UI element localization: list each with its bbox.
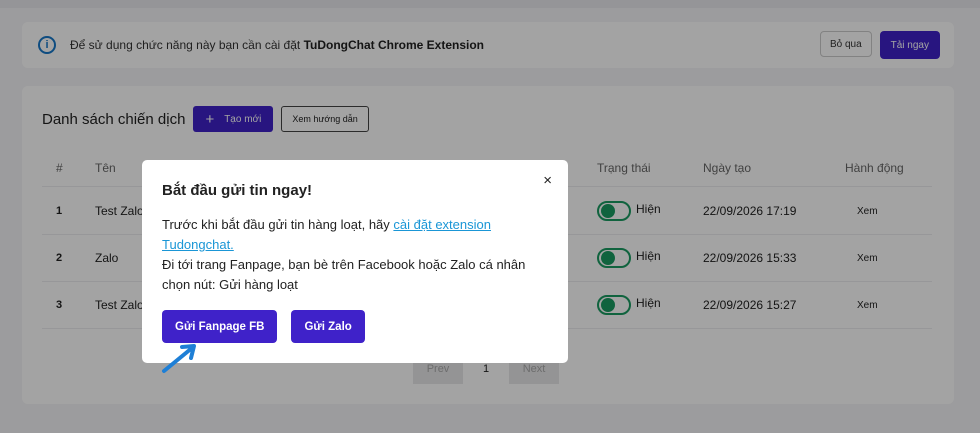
modal-title: Bắt đầu gửi tin ngay! xyxy=(162,182,313,199)
arrow-icon xyxy=(162,344,196,373)
close-icon[interactable]: × xyxy=(543,172,552,189)
start-sending-modal: × Bắt đầu gửi tin ngay! Trước khi bắt đầ… xyxy=(142,160,568,363)
modal-body: Trước khi bắt đầu gửi tin hàng loạt, hãy… xyxy=(162,215,548,295)
modal-line-1-text: Trước khi bắt đầu gửi tin hàng loạt, hãy xyxy=(162,217,394,232)
modal-line-1: Trước khi bắt đầu gửi tin hàng loạt, hãy… xyxy=(162,215,548,255)
modal-line-2: Đi tới trang Fanpage, bạn bè trên Facebo… xyxy=(162,257,526,292)
send-zalo-button[interactable]: Gửi Zalo xyxy=(291,310,365,343)
